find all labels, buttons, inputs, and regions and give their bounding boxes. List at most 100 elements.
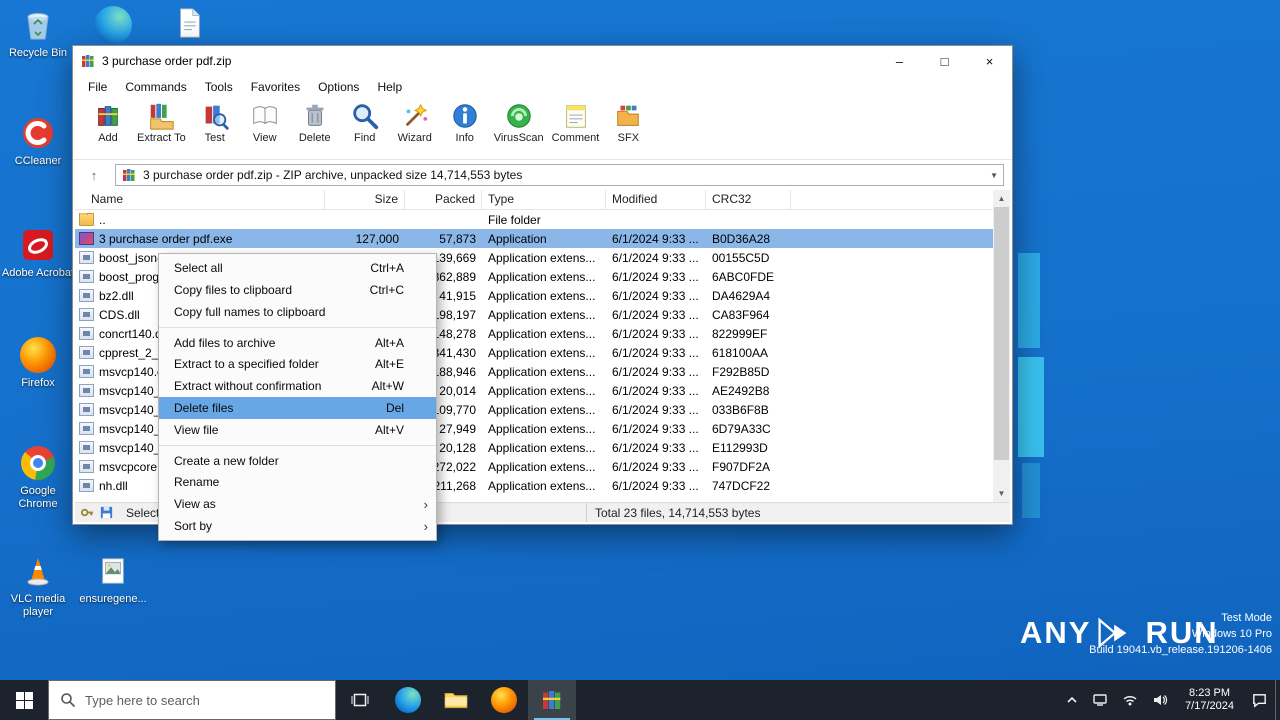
toolbar-find-button[interactable]: Find — [340, 100, 390, 145]
toolbar-virusscan-button[interactable]: VirusScan — [490, 100, 548, 145]
maximize-button[interactable]: □ — [922, 46, 967, 76]
menu-favorites[interactable]: Favorites — [242, 77, 309, 97]
file-type-icon — [79, 384, 94, 397]
desktop-icon-ccleaner[interactable]: CCleaner — [1, 114, 75, 168]
column-header-modified[interactable]: Modified — [606, 190, 706, 209]
adobe-acrobat-icon — [19, 226, 57, 264]
toolbar-extract-to-button[interactable]: Extract To — [133, 100, 190, 145]
file-type-icon — [79, 441, 94, 454]
menu-file[interactable]: File — [79, 77, 116, 97]
scrollbar-thumb[interactable] — [994, 207, 1009, 460]
context-menu-item[interactable]: Create a new folder — [159, 445, 436, 471]
context-menu-item[interactable]: View file Alt+V — [159, 419, 436, 441]
column-header-name[interactable]: Name — [75, 190, 325, 209]
up-one-level-button[interactable]: ↑ — [81, 165, 107, 185]
file-crc-cell: F292B85D — [712, 364, 770, 379]
column-header-size[interactable]: Size — [325, 190, 405, 209]
context-menu-item[interactable]: Copy full names to clipboard — [159, 301, 436, 323]
file-row[interactable]: 3 purchase order pdf.exe 127,000 57,873 … — [75, 229, 993, 248]
file-modified-cell: 6/1/2024 9:33 ... — [612, 364, 699, 379]
file-type-cell: Application extens... — [488, 288, 596, 303]
toolbar-info-button[interactable]: Info — [440, 100, 490, 145]
watermark-mode: Test Mode — [1221, 612, 1272, 624]
comment-icon — [565, 105, 586, 128]
desktop-icon-firefox[interactable]: Firefox — [1, 336, 75, 390]
taskbar-firefox-button[interactable] — [480, 680, 528, 720]
file-row[interactable]: .. File folder — [75, 210, 993, 229]
display-tray-icon[interactable] — [1085, 680, 1115, 720]
file-type-cell: File folder — [488, 212, 541, 227]
action-center-button[interactable] — [1244, 680, 1275, 720]
desktop-icon-edge[interactable] — [76, 6, 150, 44]
desktop-icon-document[interactable] — [152, 4, 226, 42]
file-type-icon — [79, 346, 94, 359]
toolbar-delete-button[interactable]: Delete — [290, 100, 340, 145]
context-menu-item[interactable]: Extract to a specified folder Alt+E — [159, 353, 436, 375]
context-menu-item[interactable]: Sort by › — [159, 515, 436, 537]
column-header-crc32[interactable]: CRC32 — [706, 190, 791, 209]
image-file-icon — [94, 552, 132, 590]
menu-options[interactable]: Options — [309, 77, 368, 97]
taskbar: Type here to search 8:23 PM 7/17/2024 — [0, 680, 1280, 720]
taskbar-search[interactable]: Type here to search — [48, 680, 336, 720]
context-menu-item[interactable]: Select all Ctrl+A — [159, 257, 436, 279]
file-type-cell: Application extens... — [488, 269, 596, 284]
vertical-scrollbar[interactable]: ▲ ▼ — [993, 190, 1010, 502]
wallpaper-light-beam — [1018, 253, 1040, 348]
menu-tools[interactable]: Tools — [196, 77, 242, 97]
hidden-icons-chevron[interactable] — [1059, 680, 1085, 720]
close-button[interactable]: × — [967, 46, 1012, 76]
minimize-button[interactable]: – — [877, 46, 922, 76]
combobox-dropdown-icon[interactable]: ▼ — [990, 171, 998, 180]
scroll-up-icon[interactable]: ▲ — [993, 190, 1010, 207]
context-menu-item-shortcut: Alt+A — [374, 335, 404, 350]
context-menu-item[interactable]: Extract without confirmation Alt+W — [159, 375, 436, 397]
desktop-icon-ensuregene[interactable]: ensuregene... — [76, 552, 150, 606]
scroll-down-icon[interactable]: ▼ — [993, 485, 1010, 502]
context-menu-item[interactable]: View as › — [159, 493, 436, 515]
toolbar-wizard-button[interactable]: Wizard — [390, 100, 440, 145]
file-modified-cell: 6/1/2024 9:33 ... — [612, 402, 699, 417]
desktop-icon-recycle-bin[interactable]: Recycle Bin — [1, 6, 75, 60]
context-menu-item[interactable]: Rename — [159, 471, 436, 493]
title-bar[interactable]: 3 purchase order pdf.zip – □ × — [73, 46, 1012, 76]
vlc-icon — [19, 552, 57, 590]
network-tray-icon[interactable] — [1115, 680, 1145, 720]
archive-path-combobox[interactable]: 3 purchase order pdf.zip - ZIP archive, … — [115, 164, 1004, 186]
context-menu-item[interactable]: Copy files to clipboard Ctrl+C — [159, 279, 436, 301]
ccleaner-icon — [19, 114, 57, 152]
context-menu-item[interactable]: Delete files Del — [159, 397, 436, 419]
taskbar-edge-button[interactable] — [384, 680, 432, 720]
start-button[interactable] — [0, 680, 48, 720]
volume-tray-icon[interactable] — [1145, 680, 1175, 720]
toolbar-test-button[interactable]: Test — [190, 100, 240, 145]
file-type-cell: Application extens... — [488, 440, 596, 455]
context-menu-item[interactable]: Add files to archive Alt+A — [159, 327, 436, 353]
file-explorer-icon — [444, 692, 468, 709]
toolbar: Add Extract To Test View Delete Find Wiz… — [73, 98, 1012, 160]
menu-commands[interactable]: Commands — [116, 77, 195, 97]
column-header-packed[interactable]: Packed — [405, 190, 482, 209]
toolbar-sfx-button[interactable]: SFX — [603, 100, 653, 145]
desktop-icon-vlc[interactable]: VLC media player — [1, 552, 75, 619]
toolbar-comment-button[interactable]: Comment — [548, 100, 604, 145]
taskbar-winrar-button[interactable] — [528, 680, 576, 720]
file-type-icon — [79, 308, 94, 321]
column-header-type[interactable]: Type — [482, 190, 606, 209]
file-modified-cell: 6/1/2024 9:33 ... — [612, 231, 699, 246]
show-desktop-button[interactable] — [1275, 680, 1280, 720]
toolbar-view-button[interactable]: View — [240, 100, 290, 145]
desktop-icon-google-chrome[interactable]: Google Chrome — [1, 444, 75, 511]
file-crc-cell: DA4629A4 — [712, 288, 771, 303]
task-view-button[interactable] — [336, 680, 384, 720]
taskbar-clock[interactable]: 8:23 PM 7/17/2024 — [1175, 687, 1244, 713]
wizard-icon — [405, 103, 428, 126]
menu-help[interactable]: Help — [368, 77, 411, 97]
file-type-cell: Application extens... — [488, 459, 596, 474]
desktop-icon-adobe-acrobat[interactable]: Adobe Acrobat — [1, 226, 75, 280]
taskbar-file-explorer-button[interactable] — [432, 680, 480, 720]
toolbar-add-button[interactable]: Add — [83, 100, 133, 145]
firefox-icon — [491, 687, 517, 713]
file-name-cell: 3 purchase order pdf.exe — [75, 232, 325, 246]
submenu-arrow-icon: › — [423, 496, 428, 512]
